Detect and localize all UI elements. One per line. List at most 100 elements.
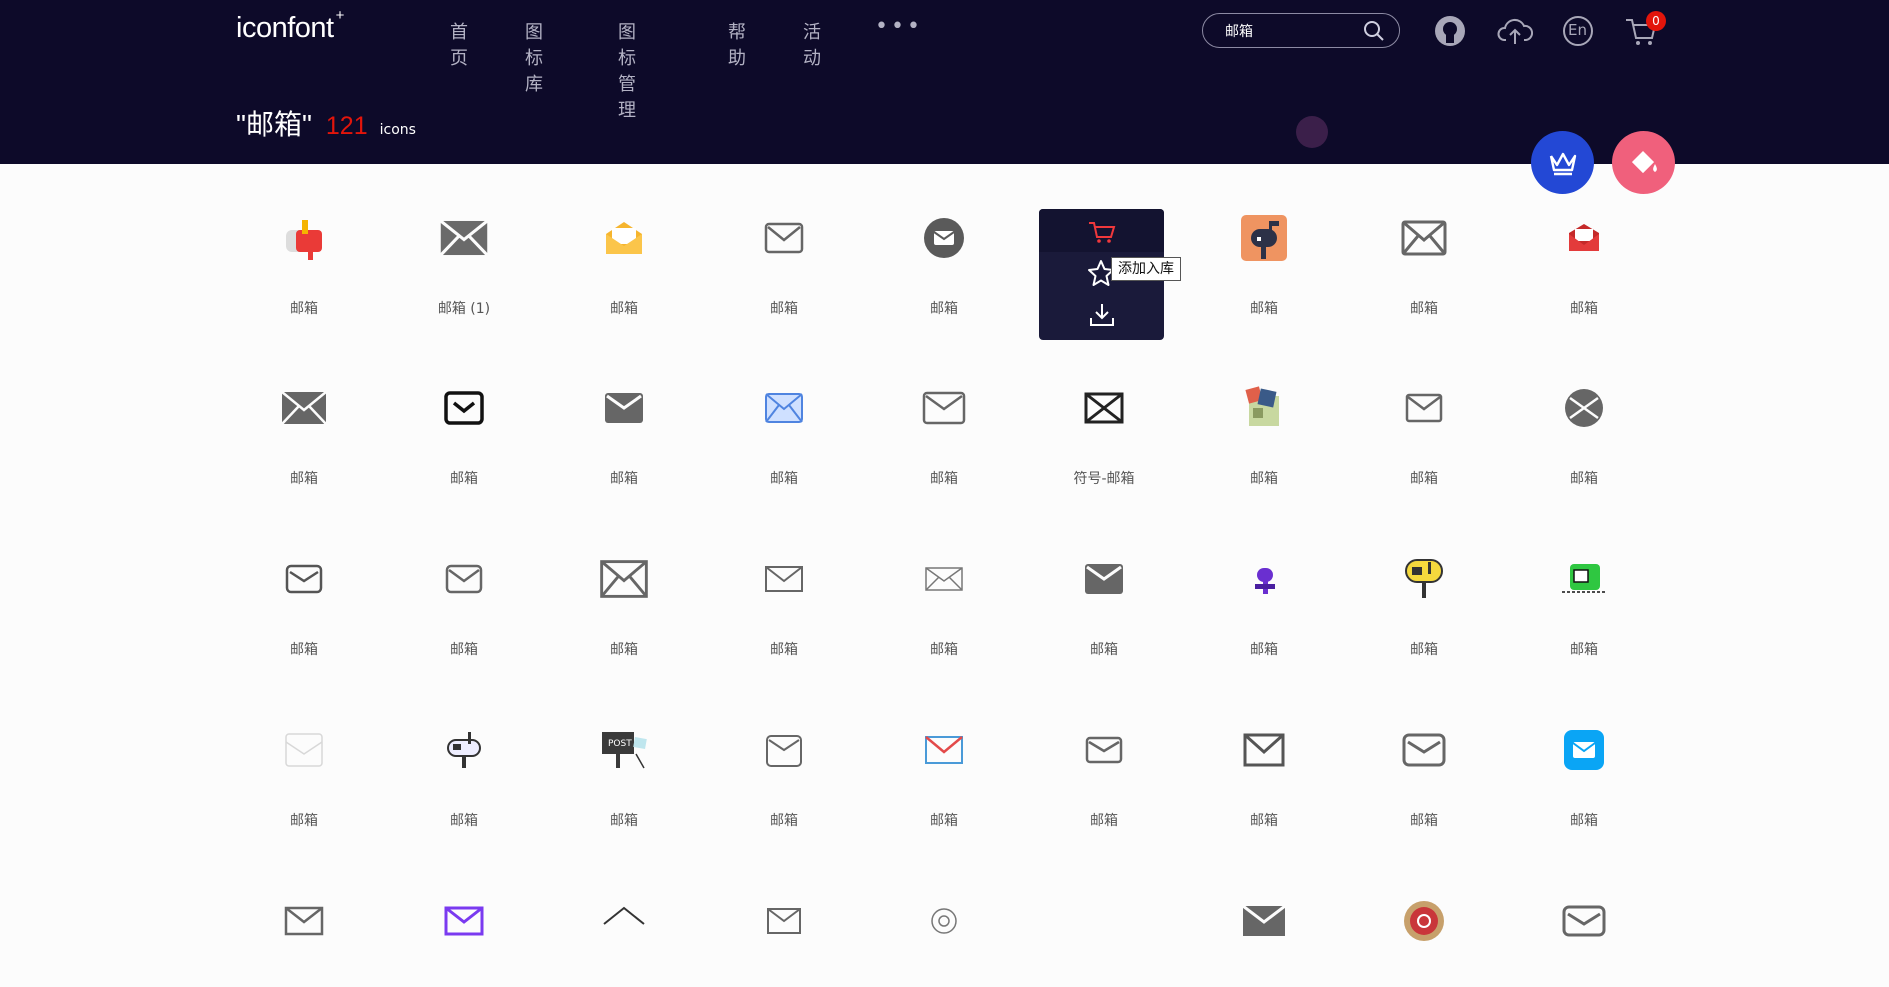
icon-card[interactable] [384,847,544,987]
icon-label: 邮箱 [450,813,478,829]
nav-home[interactable]: 首页 [450,18,468,70]
icon-card[interactable]: 邮箱 [1344,505,1504,658]
icon-card[interactable]: 邮箱 [384,334,544,487]
icon-card[interactable] [864,847,1024,987]
icon-card[interactable]: 邮箱 [1504,505,1664,658]
logo-plus: + [335,7,345,25]
icon-card[interactable]: 邮箱 [864,505,1024,658]
envelope-gray-icon [280,384,328,432]
icon-card[interactable] [1184,847,1344,987]
icon-label: 邮箱 [1570,813,1598,829]
icon-card[interactable]: 邮箱 [224,676,384,829]
at-sign-icon [920,897,968,945]
icon-label: 邮箱 [1410,301,1438,317]
icon-label: 邮箱 [1570,301,1598,317]
icon-card[interactable]: 邮箱 [1024,676,1184,829]
icon-card[interactable]: 邮箱 [1184,164,1344,317]
icon-label: 邮箱 [290,642,318,658]
search-box [1202,13,1400,48]
download-icon[interactable] [1089,302,1115,328]
envelope-filled-icon [600,384,648,432]
envelope-outline-icon [760,555,808,603]
icon-card[interactable]: POST 邮箱 [544,676,704,829]
icon-card[interactable] [704,847,864,987]
github-icon[interactable] [1433,14,1467,48]
icon-card[interactable]: 邮箱 [704,334,864,487]
mailbox-purple-icon [1240,555,1288,603]
nav-icon-management[interactable]: 图标管理 [618,18,636,122]
mailbox-yellow-icon [1400,555,1448,603]
icon-label: 邮箱 [1410,471,1438,487]
icon-card[interactable]: 邮箱 [704,676,864,829]
icon-card[interactable]: 邮箱 [1504,334,1664,487]
nav-activity[interactable]: 活动 [803,18,821,70]
icon-label: 邮箱 [290,813,318,829]
top-header: iconfont+ 首页 图标库 图标管理 帮助 活动 ••• En 0 "邮箱… [0,0,1889,164]
icon-card[interactable]: 邮箱 [544,505,704,658]
icon-card[interactable]: 邮箱 [224,164,384,317]
icon-card[interactable]: 邮箱 [544,164,704,317]
icon-card[interactable]: 邮箱 [544,334,704,487]
mailbox-green-icon [1560,555,1608,603]
icon-label: 邮箱 [290,471,318,487]
envelope-thin-icon [920,555,968,603]
icon-card[interactable]: 邮箱 [1024,505,1184,658]
nav-icon-library[interactable]: 图标库 [525,18,543,96]
envelope-x-icon [1080,384,1128,432]
envelope-light-icon [280,726,328,774]
envelope-filled-icon [1080,555,1128,603]
iconfont-logo[interactable]: iconfont + [236,7,344,45]
mail-stack-icon [1240,384,1288,432]
upload-cloud-icon[interactable] [1497,14,1534,48]
icon-card[interactable]: 符号-邮箱 [1024,334,1184,487]
icon-card[interactable]: 邮箱 [864,334,1024,487]
envelope-open-icon [600,897,648,945]
icon-card[interactable]: 邮箱 [1344,334,1504,487]
nav-more-button[interactable]: ••• [875,14,923,39]
nav-help[interactable]: 帮助 [728,18,746,70]
icon-label: 邮箱 [1090,813,1118,829]
icon-card[interactable]: 邮箱 [224,334,384,487]
envelope-large-icon [440,214,488,262]
icon-card[interactable]: 邮箱 [1344,164,1504,317]
icon-label: 邮箱 [1250,471,1278,487]
icon-card[interactable]: 邮箱 [1184,505,1344,658]
search-input[interactable] [1223,20,1367,42]
icon-card[interactable]: 邮箱 (1) [384,164,544,317]
icon-card[interactable]: 邮箱 [384,676,544,829]
icon-card[interactable]: 邮箱 [1184,334,1344,487]
icon-card[interactable]: 邮箱 [1504,676,1664,829]
envelope-bold-outline-icon [440,384,488,432]
cart-icon[interactable] [1088,220,1116,244]
icon-card[interactable]: 邮箱 [224,505,384,658]
icon-label: 邮箱 [770,301,798,317]
icon-card[interactable] [224,847,384,987]
icon-card[interactable]: 邮箱 [384,505,544,658]
icon-label: 邮箱 [1250,813,1278,829]
icon-card[interactable] [1344,847,1504,987]
envelope-outline-icon [1400,384,1448,432]
envelope-large-outline-icon [600,555,648,603]
icon-card[interactable]: 邮箱 [704,505,864,658]
icon-card[interactable] [1504,847,1664,987]
icon-card[interactable]: 邮箱 [1344,676,1504,829]
icon-label: 邮箱 [1090,642,1118,658]
search-icon[interactable] [1363,20,1385,46]
envelope-outline-icon [1400,726,1448,774]
envelope-outline-icon [1080,726,1128,774]
icon-label: 邮箱 [1410,642,1438,658]
icon-card[interactable]: 邮箱 [1184,676,1344,829]
result-unit: icons [379,122,416,138]
icon-card[interactable]: 邮箱 [864,164,1024,317]
icon-card[interactable]: 邮箱 [864,676,1024,829]
icon-label: 邮箱 [1250,642,1278,658]
envelope-outline-icon [440,555,488,603]
icon-card[interactable] [544,847,704,987]
add-to-library-tooltip: 添加入库 [1111,257,1181,281]
envelope-outline-icon [280,897,328,945]
icon-card[interactable]: 邮箱 [1504,164,1664,317]
envelope-blue-icon [760,384,808,432]
language-en-icon[interactable]: En [1561,14,1595,48]
icon-card[interactable]: 邮箱 [704,164,864,317]
icon-label: 邮箱 [1250,301,1278,317]
